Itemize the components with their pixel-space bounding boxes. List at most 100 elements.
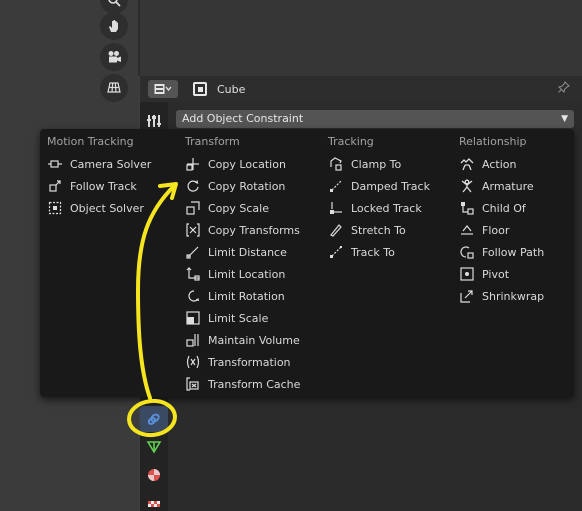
- menu-item-camera-solver[interactable]: Camera Solver: [48, 153, 151, 175]
- menu-item-label: Damped Track: [351, 179, 430, 193]
- armature-icon: [460, 179, 474, 193]
- menu-item-copy-scale[interactable]: Copy Scale: [186, 197, 269, 219]
- menu-item-copy-rotation[interactable]: Copy Rotation: [186, 175, 285, 197]
- menu-item-label: Follow Path: [482, 245, 545, 259]
- menu-item-copy-location[interactable]: Copy Location: [186, 153, 286, 175]
- menu-item-label: Locked Track: [351, 201, 422, 215]
- menu-item-follow-track[interactable]: Follow Track: [48, 175, 137, 197]
- follow-path-icon: [460, 245, 474, 259]
- menu-item-label: Stretch To: [351, 223, 406, 237]
- menu-item-label: Maintain Volume: [208, 333, 300, 347]
- copy-scale-icon: [186, 201, 200, 215]
- menu-item-limit-scale[interactable]: Limit Scale: [186, 307, 268, 329]
- copy-location-icon: [186, 157, 200, 171]
- add-constraint-menu: Motion Tracking Camera Solver Follow Tra…: [40, 129, 574, 397]
- editor-type-selector[interactable]: [148, 80, 178, 98]
- action-icon: [460, 157, 474, 171]
- stretch-to-icon: [329, 223, 343, 237]
- menu-item-transformation[interactable]: Transformation: [186, 351, 291, 373]
- menu-item-label: Copy Scale: [208, 201, 269, 215]
- damped-track-icon: [329, 179, 343, 193]
- menu-item-label: Limit Scale: [208, 311, 269, 325]
- menu-item-transform-cache[interactable]: Transform Cache: [186, 373, 300, 395]
- menu-item-pivot[interactable]: Pivot: [460, 263, 509, 285]
- object-icon: [193, 82, 207, 96]
- viewport-upper-area: [138, 0, 582, 76]
- limit-location-icon: [186, 267, 200, 281]
- menu-item-damped-track[interactable]: Damped Track: [329, 175, 430, 197]
- menu-item-action[interactable]: Action: [460, 153, 516, 175]
- menu-heading-motion-tracking: Motion Tracking: [47, 135, 134, 148]
- menu-item-stretch-to[interactable]: Stretch To: [329, 219, 406, 241]
- object-data-tab-icon[interactable]: [140, 434, 168, 460]
- menu-item-maintain-volume[interactable]: Maintain Volume: [186, 329, 300, 351]
- menu-item-label: Shrinkwrap: [482, 289, 545, 303]
- menu-item-shrinkwrap[interactable]: Shrinkwrap: [460, 285, 544, 307]
- chevron-down-icon: ▼: [561, 114, 568, 124]
- transformation-icon: [186, 355, 200, 369]
- menu-item-label: Clamp To: [351, 157, 402, 171]
- locked-track-icon: [329, 201, 343, 215]
- texture-tab-icon[interactable]: [140, 490, 168, 511]
- menu-item-label: Armature: [482, 179, 534, 193]
- camera-solver-icon: [48, 157, 62, 171]
- copy-rotation-icon: [186, 179, 200, 193]
- menu-item-armature[interactable]: Armature: [460, 175, 534, 197]
- menu-item-label: Limit Distance: [208, 245, 287, 259]
- camera-view-icon[interactable]: [100, 43, 128, 71]
- menu-item-copy-transforms[interactable]: Copy Transforms: [186, 219, 300, 241]
- pin-icon[interactable]: [557, 81, 570, 96]
- menu-item-label: Object Solver: [70, 201, 144, 215]
- menu-item-label: Transformation: [208, 355, 291, 369]
- hand-pan-icon[interactable]: [100, 12, 128, 40]
- menu-item-limit-distance[interactable]: Limit Distance: [186, 241, 287, 263]
- clamp-to-icon: [329, 157, 343, 171]
- pivot-icon: [460, 267, 474, 281]
- menu-item-follow-path[interactable]: Follow Path: [460, 241, 544, 263]
- add-object-constraint-label: Add Object Constraint: [182, 112, 304, 125]
- menu-item-label: Track To: [351, 245, 395, 259]
- add-object-constraint-dropdown[interactable]: Add Object Constraint ▼: [176, 110, 574, 128]
- menu-item-limit-location[interactable]: Limit Location: [186, 263, 285, 285]
- menu-item-label: Limit Location: [208, 267, 286, 281]
- menu-heading-transform: Transform: [185, 135, 240, 148]
- menu-item-clamp-to[interactable]: Clamp To: [329, 153, 401, 175]
- menu-item-label: Transform Cache: [208, 377, 301, 391]
- child-of-icon: [460, 201, 474, 215]
- menu-item-label: Camera Solver: [70, 157, 152, 171]
- copy-transforms-icon: [186, 223, 200, 237]
- menu-item-label: Action: [482, 157, 517, 171]
- menu-heading-relationship: Relationship: [459, 135, 527, 148]
- menu-item-label: Child Of: [482, 201, 526, 215]
- menu-item-limit-rotation[interactable]: Limit Rotation: [186, 285, 285, 307]
- menu-item-floor[interactable]: Floor: [460, 219, 509, 241]
- menu-item-label: Follow Track: [70, 179, 137, 193]
- transform-cache-icon: [186, 377, 200, 391]
- menu-item-track-to[interactable]: Track To: [329, 241, 395, 263]
- menu-item-label: Copy Rotation: [208, 179, 286, 193]
- material-tab-icon[interactable]: [140, 462, 168, 488]
- maintain-volume-icon: [186, 333, 200, 347]
- menu-item-label: Limit Rotation: [208, 289, 285, 303]
- menu-item-child-of[interactable]: Child Of: [460, 197, 526, 219]
- menu-item-label: Copy Transforms: [208, 223, 300, 237]
- menu-item-locked-track[interactable]: Locked Track: [329, 197, 422, 219]
- menu-item-label: Copy Location: [208, 157, 286, 171]
- shrinkwrap-icon: [460, 289, 474, 303]
- track-to-icon: [329, 245, 343, 259]
- menu-item-label: Floor: [482, 223, 510, 237]
- object-name: Cube: [217, 82, 246, 96]
- follow-track-icon: [48, 179, 62, 193]
- limit-rotation-icon: [186, 289, 200, 303]
- floor-icon: [460, 223, 474, 237]
- object-solver-icon: [48, 201, 62, 215]
- menu-heading-tracking: Tracking: [328, 135, 374, 148]
- grid-ortho-icon[interactable]: [100, 74, 128, 102]
- menu-item-object-solver[interactable]: Object Solver: [48, 197, 144, 219]
- object-constraint-tab-icon[interactable]: [140, 406, 168, 432]
- limit-scale-icon: [186, 311, 200, 325]
- limit-distance-icon: [186, 245, 200, 259]
- area-divider[interactable]: [138, 0, 140, 76]
- menu-item-label: Pivot: [482, 267, 510, 281]
- properties-header: Cube: [140, 76, 582, 102]
